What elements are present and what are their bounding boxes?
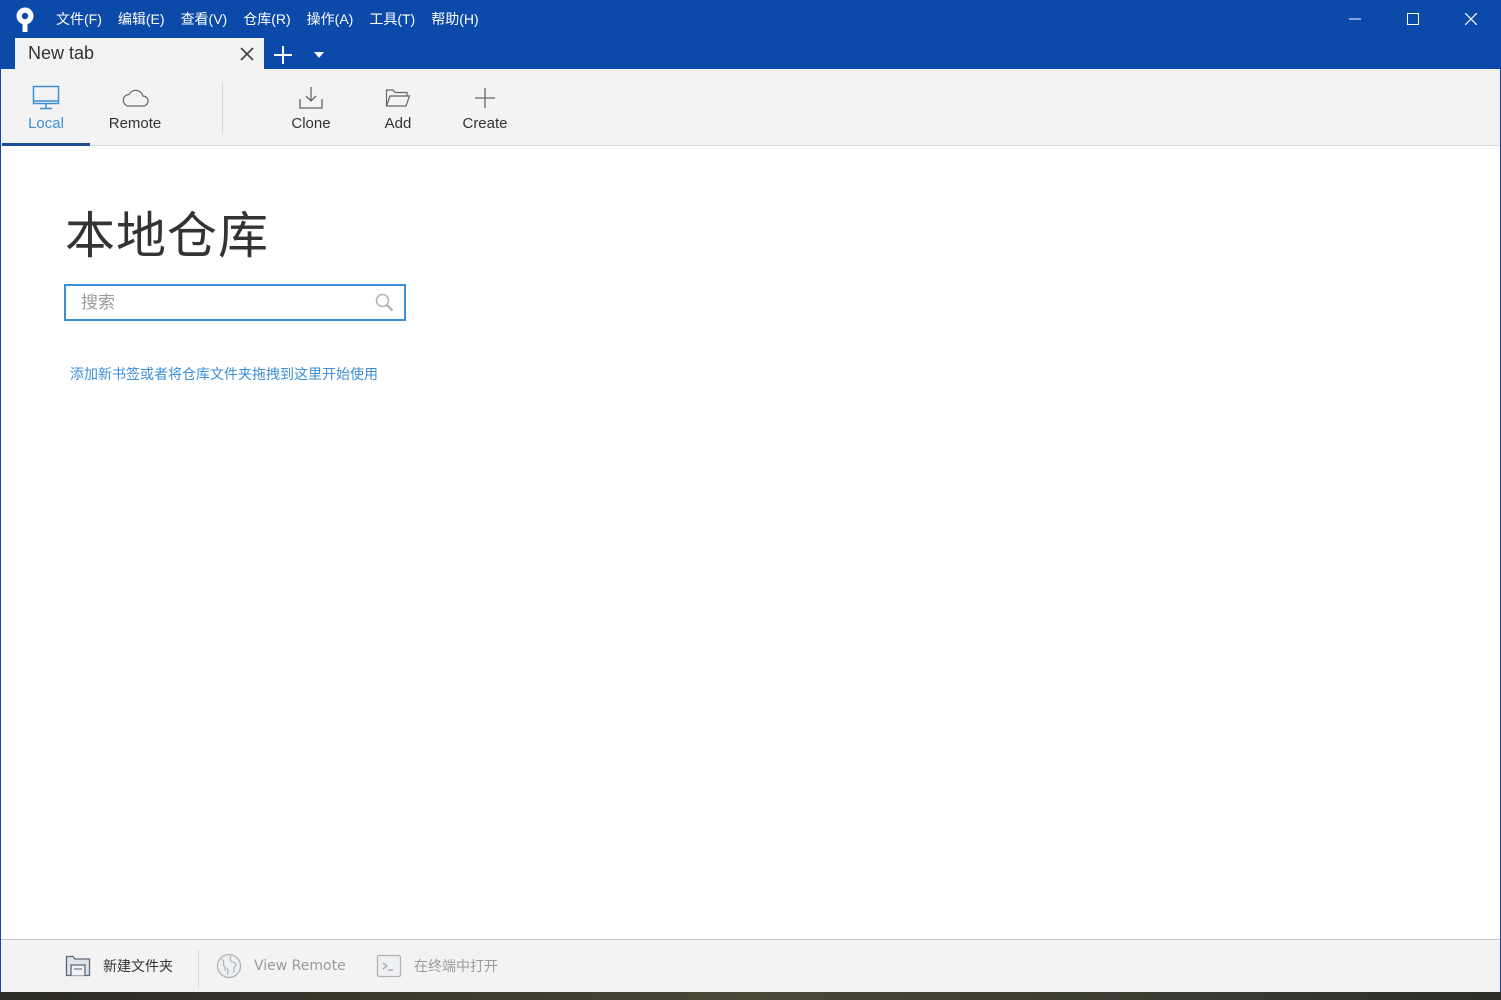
search-box (64, 284, 406, 321)
search-icon (375, 293, 394, 312)
tab-local[interactable]: Local (2, 69, 90, 146)
create-button[interactable]: Create (451, 69, 519, 145)
sourcetree-logo-icon (16, 7, 34, 32)
tab-label: New tab (28, 43, 95, 63)
minimize-button[interactable] (1326, 0, 1384, 38)
toolbar-separator (222, 83, 223, 133)
new-folder-button[interactable]: 新建文件夹 (65, 940, 173, 992)
search-input[interactable] (66, 286, 366, 319)
new-folder-label: 新建文件夹 (103, 959, 173, 975)
window-controls (1326, 0, 1500, 38)
menu-help[interactable]: 帮助(H) (423, 0, 486, 38)
bottom-action-bar: 新建文件夹 View Remote 在终端中打开 (1, 939, 1500, 992)
create-label: Create (462, 115, 508, 132)
app-window: 文件(F) 编辑(E) 查看(V) 仓库(R) 操作(A) 工具(T) 帮助(H… (0, 0, 1501, 992)
monitor-icon (32, 84, 60, 112)
globe-icon (216, 953, 242, 979)
tab-local-label: Local (28, 115, 64, 132)
tab-close-button[interactable] (234, 41, 260, 67)
menu-edit[interactable]: 编辑(E) (110, 0, 173, 38)
desktop-background (0, 992, 1501, 1000)
open-in-terminal-button[interactable]: 在终端中打开 (376, 940, 498, 992)
bottombar-separator (198, 950, 199, 988)
new-tab-button[interactable] (269, 41, 297, 69)
title-bar: 文件(F) 编辑(E) 查看(V) 仓库(R) 操作(A) 工具(T) 帮助(H… (1, 0, 1500, 69)
add-button[interactable]: Add (365, 69, 431, 145)
tab-remote-label: Remote (108, 115, 162, 132)
add-label: Add (384, 115, 412, 132)
local-repositories-panel: 本地仓库 添加新书签或者将仓库文件夹拖拽到这里开始使用 (1, 146, 1500, 939)
menu-repository[interactable]: 仓库(R) (235, 0, 298, 38)
close-icon (1465, 13, 1477, 25)
cloud-icon (121, 84, 149, 112)
menu-bar: 文件(F) 编辑(E) 查看(V) 仓库(R) 操作(A) 工具(T) 帮助(H… (48, 0, 487, 38)
close-window-button[interactable] (1442, 0, 1500, 38)
menu-tools[interactable]: 工具(T) (361, 0, 423, 38)
tab-new-tab[interactable]: New tab (15, 38, 264, 69)
clone-label: Clone (291, 115, 331, 132)
close-icon (240, 46, 254, 61)
plus-icon (274, 46, 292, 64)
add-bookmark-hint-link[interactable]: 添加新书签或者将仓库文件夹拖拽到这里开始使用 (70, 364, 378, 384)
page-title: 本地仓库 (65, 207, 269, 265)
download-icon (298, 84, 324, 112)
toolbar: Local Remote Clone Add Create (1, 69, 1500, 146)
view-remote-label: View Remote (254, 958, 346, 974)
plus-icon (474, 84, 496, 112)
new-folder-icon (65, 955, 91, 977)
maximize-button[interactable] (1384, 0, 1442, 38)
menu-actions[interactable]: 操作(A) (299, 0, 362, 38)
maximize-icon (1407, 13, 1419, 25)
caret-down-icon (314, 52, 324, 58)
menu-file[interactable]: 文件(F) (48, 0, 110, 38)
view-remote-button[interactable]: View Remote (216, 940, 346, 992)
tab-remote[interactable]: Remote (91, 69, 179, 145)
open-in-terminal-label: 在终端中打开 (414, 959, 498, 975)
tab-list-dropdown[interactable] (307, 41, 331, 69)
clone-button[interactable]: Clone (277, 69, 345, 145)
minimize-icon (1349, 18, 1361, 20)
folder-open-icon (385, 84, 411, 112)
terminal-icon (376, 954, 402, 978)
menu-view[interactable]: 查看(V) (173, 0, 236, 38)
